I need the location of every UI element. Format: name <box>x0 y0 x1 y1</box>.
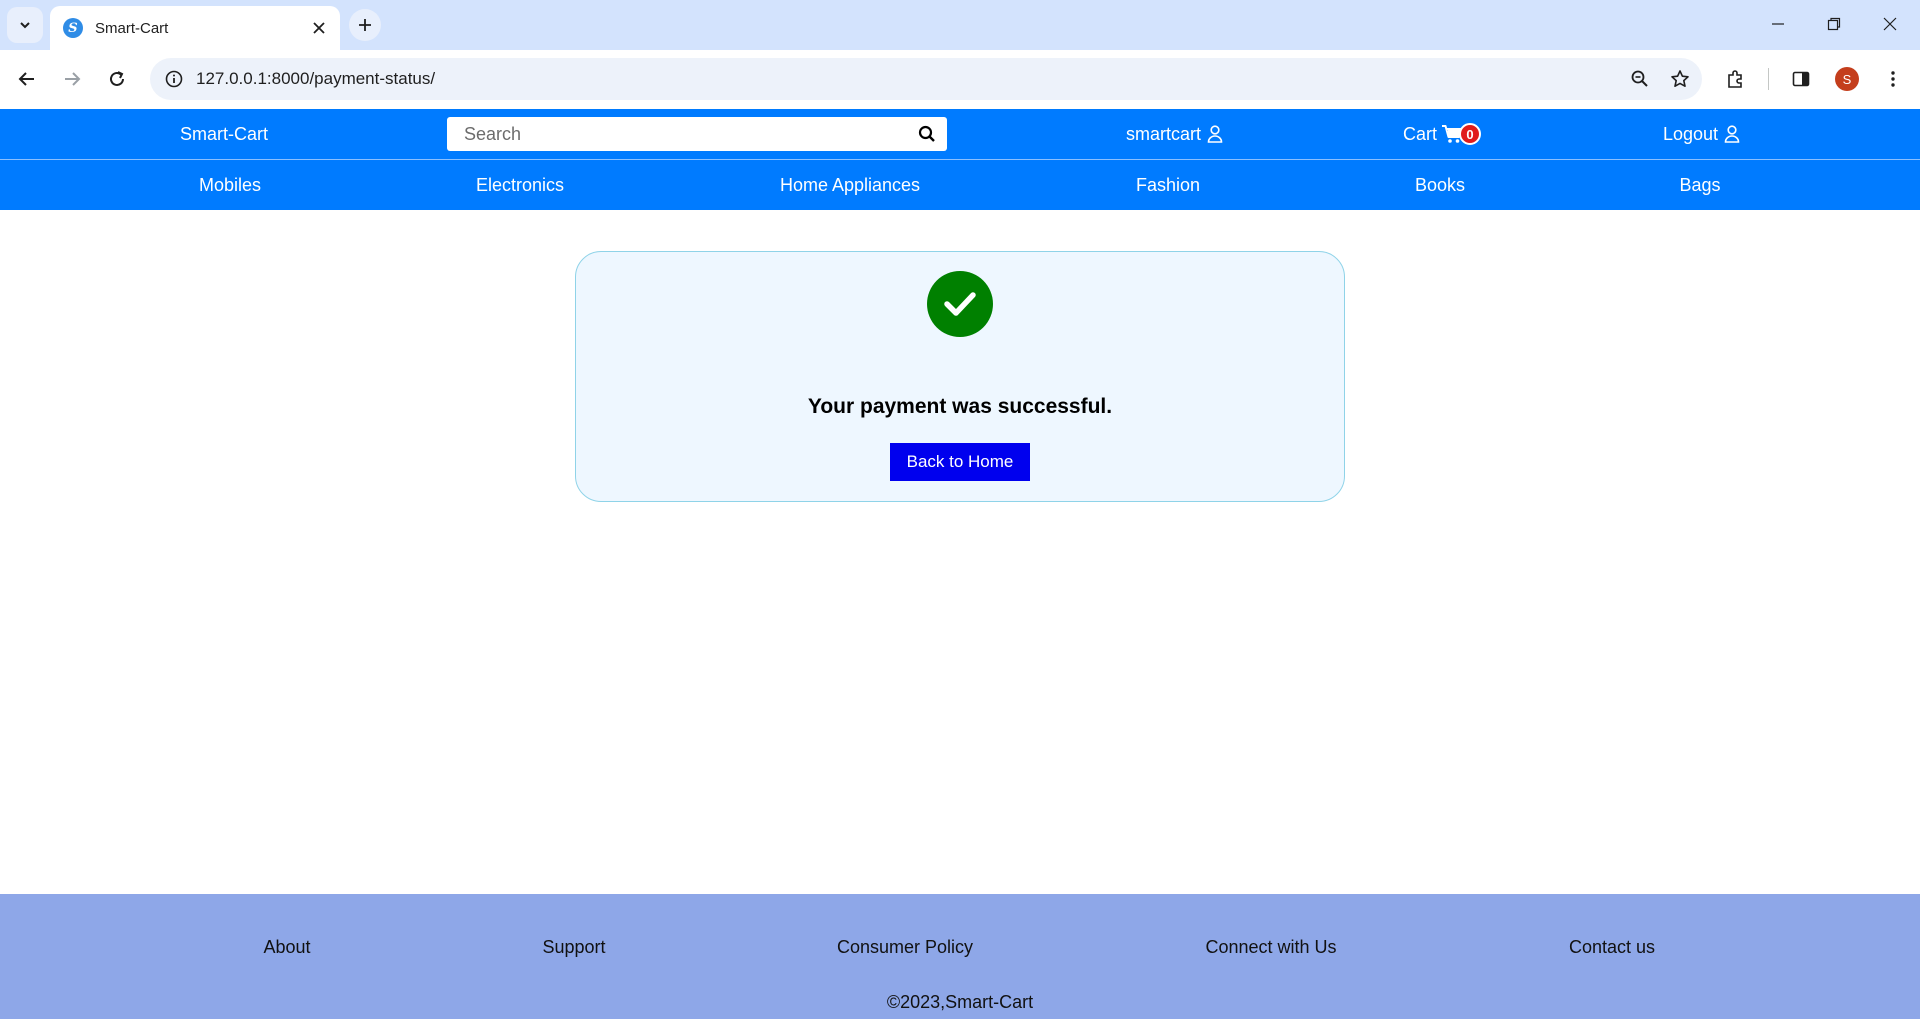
username-label: smartcart <box>1126 123 1202 144</box>
footer-link-consumer-policy[interactable]: Consumer Policy <box>837 937 973 958</box>
logout-link[interactable]: Logout <box>1663 109 1740 159</box>
zoom-icon[interactable] <box>1622 61 1658 97</box>
back-to-home-button[interactable]: Back to Home <box>890 443 1030 481</box>
favicon-icon: S <box>63 18 83 38</box>
search-icon <box>918 125 935 142</box>
reload-icon <box>110 71 124 86</box>
site-info-icon[interactable] <box>162 67 186 91</box>
category-home-appliances[interactable]: Home Appliances <box>780 160 920 210</box>
address-bar[interactable]: 127.0.0.1:8000/payment-status/ <box>150 58 1702 100</box>
footer-link-contact-us[interactable]: Contact us <box>1569 937 1655 958</box>
chevron-down-icon <box>20 22 30 29</box>
profile-avatar[interactable]: S <box>1835 67 1859 91</box>
user-icon <box>1207 125 1223 143</box>
browser-tab[interactable]: S Smart-Cart <box>50 6 340 50</box>
restore-icon <box>1827 17 1841 31</box>
footer-link-support[interactable]: Support <box>542 937 605 958</box>
bookmark-star-icon[interactable] <box>1662 61 1698 97</box>
tab-title: Smart-Cart <box>95 19 169 37</box>
new-tab-button[interactable] <box>349 9 381 41</box>
browser-tabstrip: S Smart-Cart <box>0 0 1920 50</box>
footer-link-about[interactable]: About <box>263 937 310 958</box>
plus-icon <box>359 19 371 31</box>
reload-button[interactable] <box>99 61 135 97</box>
side-panel-icon[interactable] <box>1783 61 1819 97</box>
search-input[interactable] <box>447 117 907 151</box>
restore-button[interactable] <box>1810 6 1858 42</box>
site-header: Smart-Cart smartcart Cart 0 Logout <box>0 109 1920 159</box>
forward-button[interactable] <box>54 61 90 97</box>
payment-status-message: Your payment was successful. <box>807 395 1113 418</box>
cart-count-badge: 0 <box>1459 123 1482 145</box>
brand-logo[interactable]: Smart-Cart <box>180 124 268 145</box>
cart-icon-group: 0 <box>1441 123 1482 145</box>
cart-label: Cart <box>1403 123 1438 144</box>
back-button[interactable] <box>9 61 45 97</box>
footer-link-connect-with-us[interactable]: Connect with Us <box>1205 937 1336 958</box>
search-box <box>447 117 947 151</box>
category-electronics[interactable]: Electronics <box>476 160 564 210</box>
category-books[interactable]: Books <box>1415 160 1465 210</box>
copyright-text: ©2023,Smart-Cart <box>886 992 1034 1012</box>
arrow-right-icon <box>65 72 81 86</box>
minimize-icon <box>1772 23 1784 25</box>
minimize-button[interactable] <box>1754 6 1802 42</box>
category-fashion[interactable]: Fashion <box>1136 160 1200 210</box>
extensions-icon[interactable] <box>1717 61 1753 97</box>
close-icon <box>1883 17 1897 31</box>
user-icon <box>1724 125 1740 143</box>
success-check-icon <box>927 271 993 337</box>
category-bags[interactable]: Bags <box>1679 160 1720 210</box>
logout-label: Logout <box>1663 123 1719 144</box>
site-footer: About Support Consumer Policy Connect wi… <box>0 894 1920 1019</box>
toolbar-separator <box>1768 68 1769 90</box>
category-nav: Mobiles Electronics Home Appliances Fash… <box>0 160 1920 210</box>
cart-link[interactable]: Cart 0 <box>1403 109 1482 159</box>
tab-search-button[interactable] <box>7 7 43 43</box>
account-link[interactable]: smartcart <box>1126 109 1223 159</box>
window-close-button[interactable] <box>1866 6 1914 42</box>
arrow-left-icon <box>18 72 34 86</box>
tab-close-button[interactable] <box>306 15 332 41</box>
search-button[interactable] <box>907 117 947 151</box>
kebab-menu-icon[interactable] <box>1875 61 1911 97</box>
url-text[interactable]: 127.0.0.1:8000/payment-status/ <box>196 69 1622 89</box>
close-icon <box>313 22 325 34</box>
category-mobiles[interactable]: Mobiles <box>199 160 261 210</box>
payment-status-card: Your payment was successful. Back to Hom… <box>575 251 1345 502</box>
